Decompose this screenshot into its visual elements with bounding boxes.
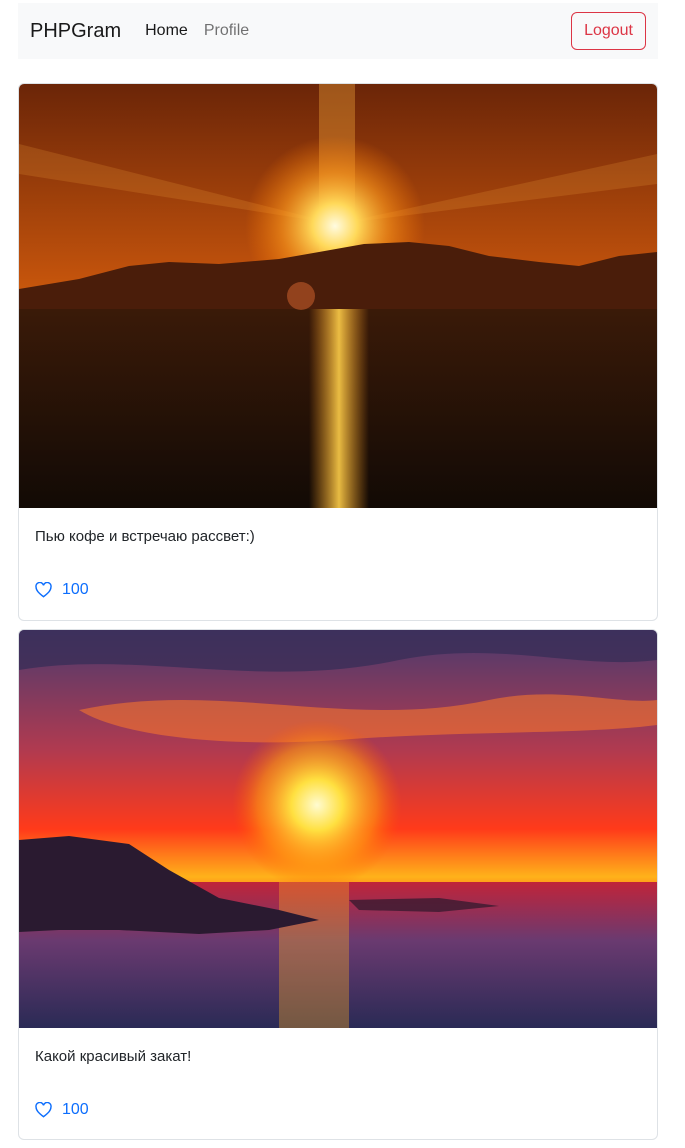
post-card: Какой красивый закат! 100 — [18, 629, 658, 1140]
like-button[interactable]: 100 — [35, 581, 89, 599]
post-image — [19, 630, 657, 1028]
heart-outline-icon — [35, 1102, 52, 1118]
post-caption: Пью кофе и встречаю рассвет:) — [35, 528, 255, 545]
nav-link-profile[interactable]: Profile — [204, 22, 249, 40]
like-count: 100 — [62, 581, 89, 598]
post-body: Пью кофе и встречаю рассвет:) 100 — [19, 508, 657, 620]
post-caption: Какой красивый закат! — [35, 1048, 192, 1065]
brand-logo[interactable]: PHPGram — [30, 20, 121, 43]
logout-button[interactable]: Logout — [571, 12, 646, 50]
heart-outline-icon — [35, 582, 52, 598]
like-button[interactable]: 100 — [35, 1101, 89, 1119]
post-image — [19, 84, 657, 508]
like-count: 100 — [62, 1101, 89, 1118]
post-body: Какой красивый закат! 100 — [19, 1028, 657, 1139]
navbar: PHPGram Home Profile Logout — [18, 3, 658, 59]
nav-link-home[interactable]: Home — [145, 22, 188, 40]
post-card: Пью кофе и встречаю рассвет:) 100 — [18, 83, 658, 621]
